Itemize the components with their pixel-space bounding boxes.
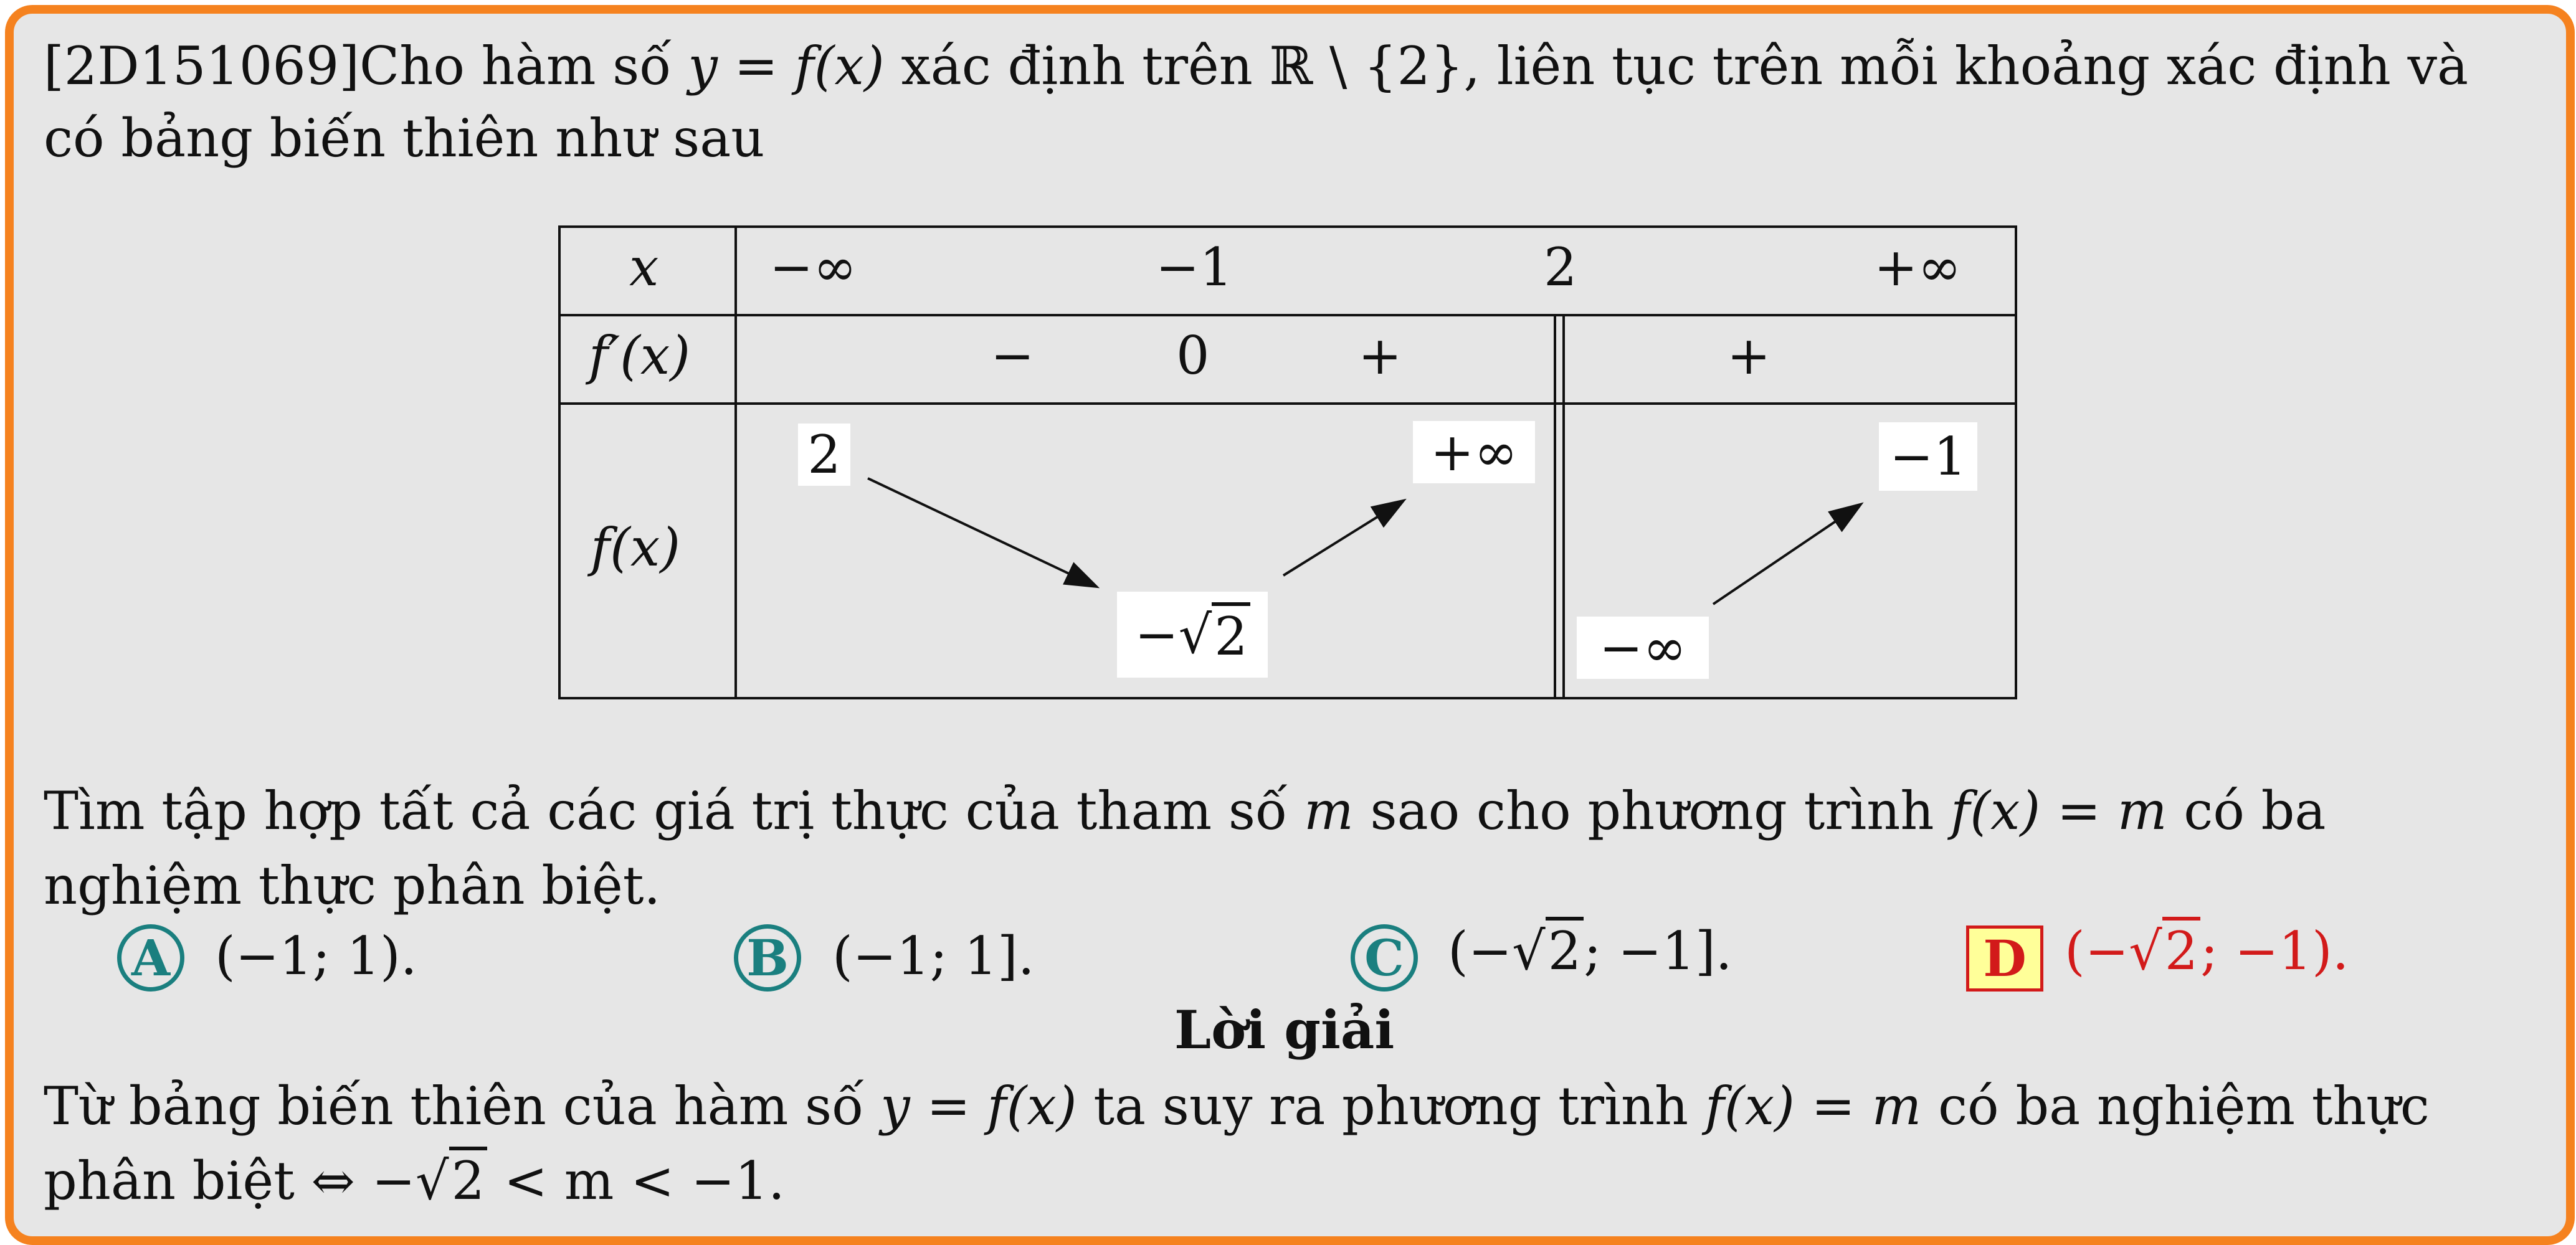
f-value-right-start: −∞ [1577,617,1709,679]
f-value-right-end: −1 [1879,422,1977,491]
solution-line-2: phân biệt ⇔ −√2 < m < −1. [44,1145,785,1217]
answer-b-text[interactable]: (−1; 1]. [832,925,1035,987]
answer-d-badge-correct[interactable]: D [1966,925,2043,992]
question-line-2: nghiệm thực phân biệt. [44,855,661,916]
answer-c-text[interactable]: (−√2; −1]. [1448,917,1732,982]
f-value-min: − √ 2 [1117,592,1268,678]
decreasing-arrow [867,477,1100,589]
x-value-neg-inf: −∞ [769,237,857,298]
solution-title: Lời giải [1174,999,1395,1061]
answer-c-badge[interactable]: C [1351,924,1418,992]
question-line-1: Tìm tập hợp tất cả các giá trị thực của … [44,780,2326,841]
f-value-left-limit: +∞ [1413,421,1535,483]
x-value-neg-one: −1 [1156,237,1233,298]
increasing-arrow-left [1282,498,1407,577]
row-label-x: x [629,237,659,298]
increasing-arrow-right [1712,502,1864,605]
solution-line-1: Từ bảng biến thiên của hàm số y = f(x) t… [44,1076,2430,1137]
fprime-sign-plus-right: + [1727,325,1771,386]
answer-d-text-correct[interactable]: (−√2; −1). [2065,917,2349,982]
x-value-two: 2 [1544,237,1577,298]
fprime-sign-plus-left: + [1358,325,1402,386]
answer-a-text[interactable]: (−1; 1). [215,925,417,987]
x-value-pos-inf: +∞ [1874,237,1962,298]
f-value-start: 2 [798,424,850,486]
answer-b-badge[interactable]: B [734,924,801,992]
answer-a-badge[interactable]: A [117,924,184,992]
fprime-zero: 0 [1176,325,1210,386]
fprime-sign-minus: − [991,325,1035,386]
row-label-fprime: f′(x) [589,325,691,386]
row-label-f: f(x) [591,517,681,578]
